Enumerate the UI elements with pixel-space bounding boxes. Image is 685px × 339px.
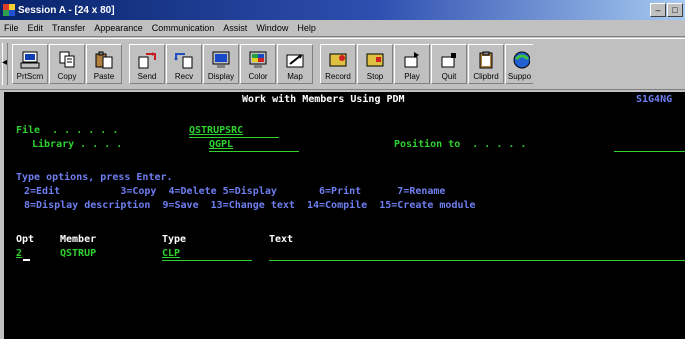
stop-button[interactable]: Stop [357,44,393,84]
library-field-underline [209,151,299,152]
menu-communication[interactable]: Communication [152,23,215,33]
menu-help[interactable]: Help [297,23,316,33]
display-button[interactable]: Display [203,44,239,84]
options-line-2: 8=Display description 9=Save 13=Change t… [24,200,476,211]
map-icon [285,51,305,69]
color-icon [248,51,268,69]
prtscrn-button[interactable]: PrtScrn [12,44,48,84]
options-heading: Type options, press Enter. [16,172,173,183]
copy-icon [57,51,77,69]
member-name: QSTRUP [60,248,97,259]
send-button[interactable]: Send [129,44,165,84]
column-header-type: Type [162,234,187,245]
menu-edit[interactable]: Edit [28,23,44,33]
play-icon [402,51,422,69]
menu-file[interactable]: File [4,23,19,33]
paste-button[interactable]: Paste [86,44,122,84]
receive-icon [174,51,194,69]
type-field-underline [162,260,252,261]
paste-icon [94,51,114,69]
text-cursor [23,259,30,261]
stop-icon [365,51,385,69]
options-line-1: 2=Edit 3=Copy 4=Delete 5=Display 6=Print… [24,186,446,197]
position-to-field[interactable] [614,151,685,152]
clipbrd-button[interactable]: Clipbrd [468,44,504,84]
member-type: CLP [162,248,181,259]
color-button[interactable]: Color [240,44,276,84]
library-label: Library . . . . [32,139,123,150]
record-icon [328,51,348,69]
window-title: Session A - [24 x 80] [18,4,115,16]
printer-screen-icon [20,51,40,69]
menu-transfer[interactable]: Transfer [52,23,85,33]
option-input[interactable]: 2 [16,248,22,260]
support-icon [510,51,530,69]
session-app-icon [3,4,15,16]
menu-bar: File Edit Transfer Appearance Communicat… [0,20,685,37]
column-header-text: Text [269,234,294,245]
column-header-member: Member [60,234,97,245]
position-to-label: Position to . . . . . [394,139,527,150]
window-titlebar[interactable]: Session A - [24 x 80] – □ [0,0,685,20]
toolbar: PrtScrn Copy Paste Send Recv Display [0,38,685,90]
send-icon [137,51,157,69]
support-button[interactable]: Suppo [505,44,533,84]
file-field[interactable]: QSTRUPSRC [189,125,243,137]
library-field[interactable]: QGPL [209,139,233,151]
file-label: File . . . . . . [16,125,119,136]
map-button[interactable]: Map [277,44,313,84]
minimize-button[interactable]: – [650,3,666,17]
menu-assist[interactable]: Assist [223,23,247,33]
text-field[interactable] [269,260,685,261]
record-button[interactable]: Record [320,44,356,84]
copy-button[interactable]: Copy [49,44,85,84]
quit-button[interactable]: Quit [431,44,467,84]
recv-button[interactable]: Recv [166,44,202,84]
menu-appearance[interactable]: Appearance [94,23,143,33]
column-header-opt: Opt [16,234,35,245]
file-field-underline [189,137,279,138]
screen-title: Work with Members Using PDM [242,94,405,105]
play-button[interactable]: Play [394,44,430,84]
terminal-screen[interactable]: Work with Members Using PDM S1G4NG File … [4,92,685,339]
toolbar-scroll-left[interactable] [2,43,8,85]
display-icon [211,51,231,69]
maximize-button[interactable]: □ [667,3,683,17]
quit-icon [439,51,459,69]
menu-window[interactable]: Window [256,23,288,33]
system-name: S1G4NG [636,94,673,105]
clipboard-icon [476,51,496,69]
